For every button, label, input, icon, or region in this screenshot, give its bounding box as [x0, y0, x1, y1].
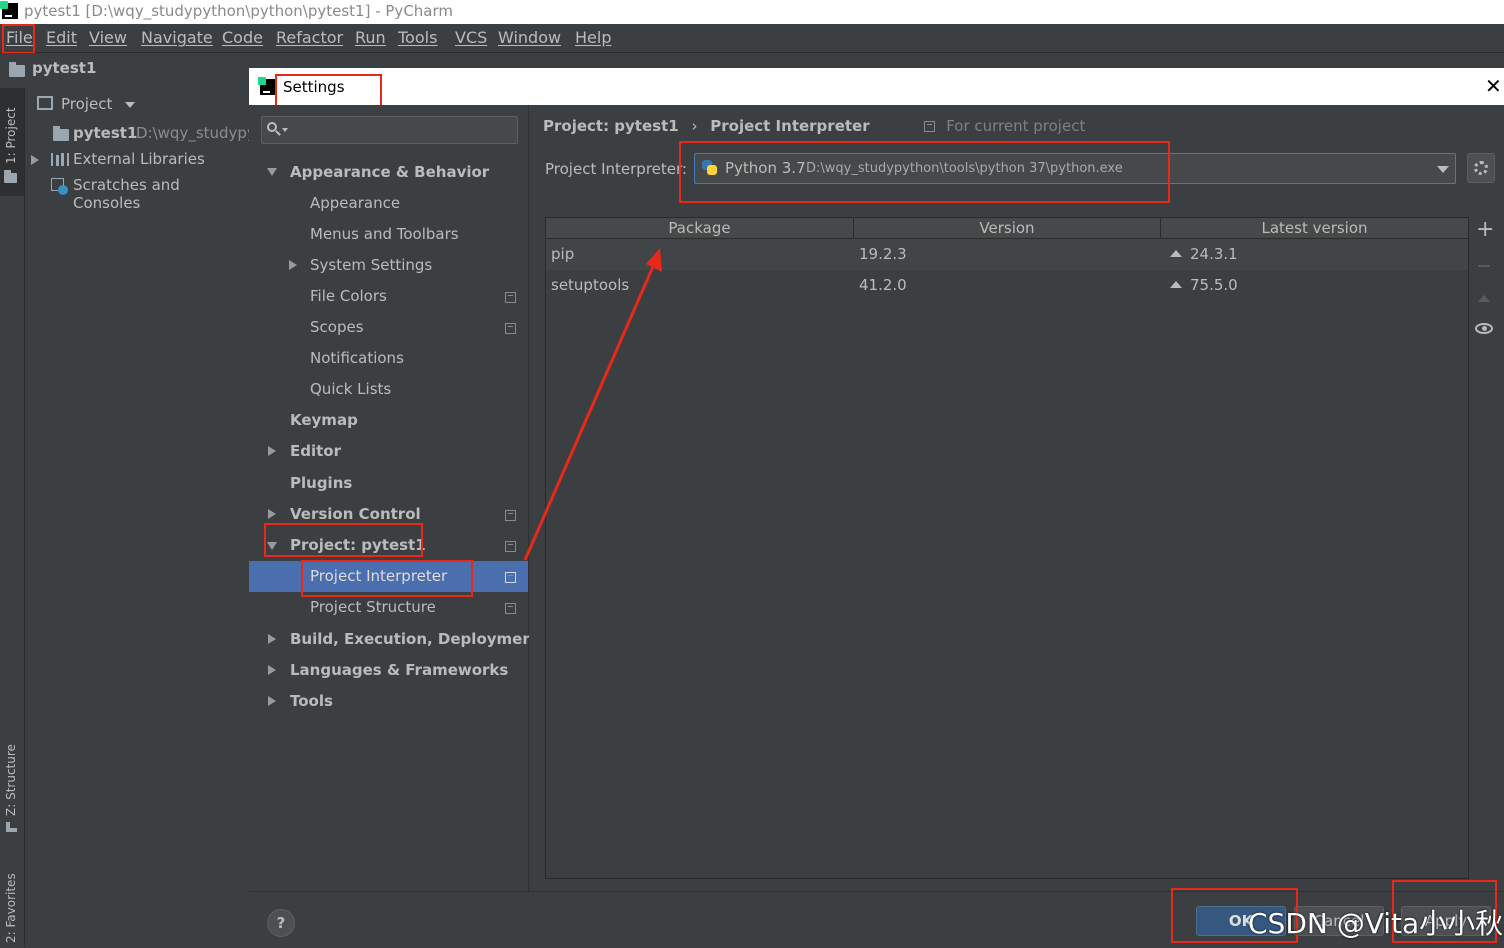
annotation-arrow [523, 248, 662, 561]
watermark: CSDN @Vita小小秋 [1248, 907, 1504, 940]
